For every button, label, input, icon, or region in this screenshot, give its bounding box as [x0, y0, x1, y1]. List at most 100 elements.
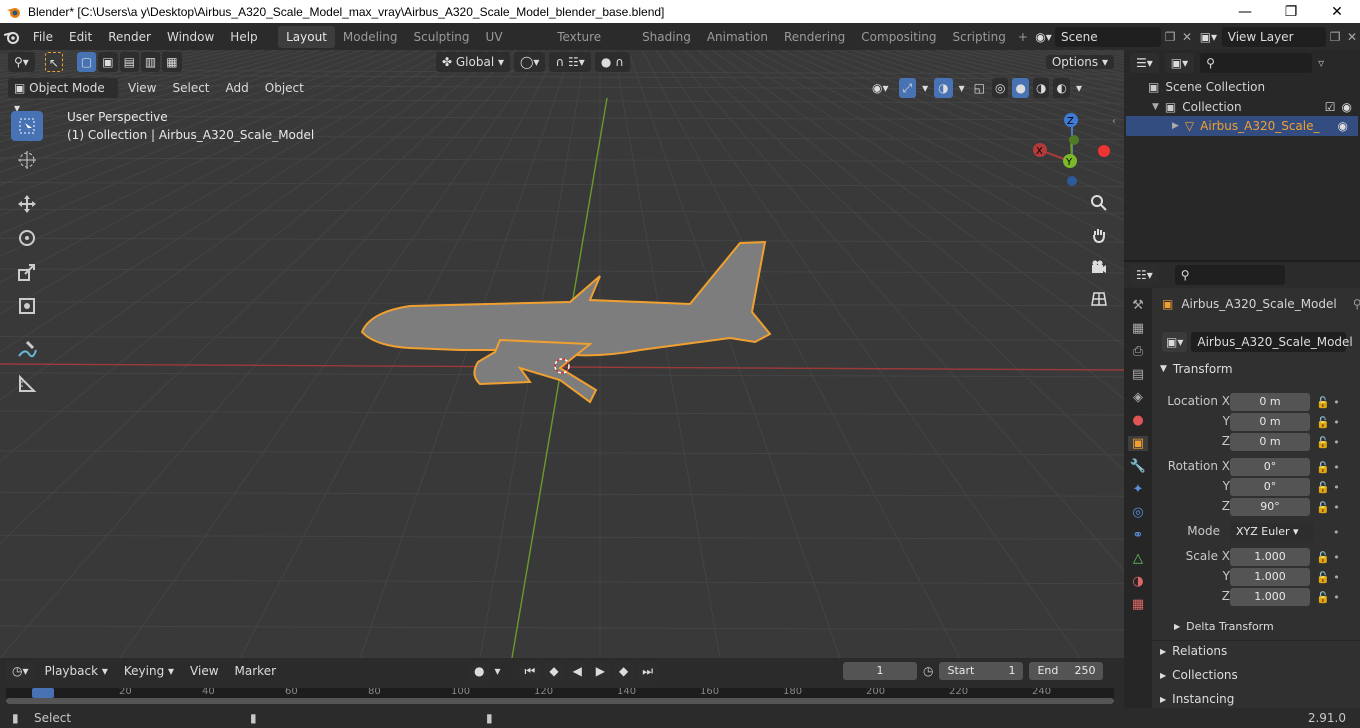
orientation-dropdown[interactable]: ✤ Global ▾: [436, 52, 510, 72]
scene-browse-icon[interactable]: ◉▾: [1032, 30, 1055, 44]
menu-view[interactable]: View: [122, 78, 162, 98]
lock-icon[interactable]: 🔓 •: [1316, 588, 1356, 608]
menu-render[interactable]: Render: [100, 30, 159, 44]
sidebar-toggle-icon[interactable]: ‹: [1112, 116, 1116, 127]
shading-dropdown[interactable]: ▾: [1074, 78, 1084, 98]
menu-window[interactable]: Window: [159, 30, 222, 44]
tab-scripting[interactable]: Scripting: [945, 26, 1014, 48]
lock-icon[interactable]: 🔓 •: [1316, 413, 1356, 433]
outliner-filter-icon[interactable]: ▿: [1318, 56, 1324, 70]
visibility-eye-icon[interactable]: ◉▾: [866, 78, 895, 98]
rotation-mode-dropdown[interactable]: XYZ Euler ▾: [1230, 523, 1314, 541]
copy-view-layer-icon[interactable]: ❐: [1326, 30, 1344, 44]
scene-collection-row[interactable]: ▣ Scene Collection: [1148, 80, 1265, 94]
options-dropdown[interactable]: Options ▾: [1045, 52, 1114, 72]
delta-transform-panel[interactable]: ▶ Delta Transform: [1174, 620, 1274, 633]
move-tool[interactable]: [11, 189, 43, 219]
lock-icon[interactable]: 🔓 •: [1316, 568, 1356, 588]
record-dropdown[interactable]: ▾: [492, 661, 502, 681]
lock-icon[interactable]: 🔓 •: [1316, 393, 1356, 413]
timeline-scrollbar[interactable]: [6, 698, 1114, 704]
play-reverse-button[interactable]: ◀: [566, 661, 588, 681]
lock-icon[interactable]: 🔓 •: [1316, 548, 1356, 568]
select-intersect-icon[interactable]: ▦: [162, 52, 182, 72]
tab-rendering[interactable]: Rendering: [776, 26, 853, 48]
physics-tab-icon[interactable]: ◎: [1132, 505, 1143, 520]
gizmo-toggle-icon[interactable]: ⤢: [898, 78, 917, 98]
menu-help[interactable]: Help: [222, 30, 265, 44]
tool-settings-tab-icon[interactable]: ⚒: [1132, 298, 1144, 313]
end-frame-field[interactable]: End 250: [1029, 662, 1104, 680]
transform-tool[interactable]: [11, 291, 43, 321]
perspective-grid-icon[interactable]: [1086, 286, 1112, 312]
prev-keyframe-button[interactable]: ◆: [543, 661, 565, 681]
tab-sculpting[interactable]: Sculpting: [406, 26, 478, 48]
record-button[interactable]: ●: [468, 661, 491, 681]
tab-texture-paint[interactable]: Texture Paint: [549, 26, 634, 66]
overlay-dropdown[interactable]: ▾: [957, 78, 967, 98]
camera-icon[interactable]: [1086, 254, 1112, 280]
pivot-dropdown[interactable]: ◯▾: [514, 52, 546, 72]
instancing-panel[interactable]: ▶ Instancing: [1160, 692, 1234, 706]
rotation-x-field[interactable]: 0°: [1230, 458, 1310, 476]
timeline-editor-type[interactable]: ◷▾: [6, 661, 35, 681]
select-box-tool[interactable]: [11, 111, 43, 141]
copy-scene-icon[interactable]: ❐: [1161, 30, 1179, 44]
select-subtract-icon[interactable]: ▤: [119, 52, 139, 72]
timeline-view-menu[interactable]: View: [184, 661, 224, 681]
world-tab-icon[interactable]: ●: [1132, 413, 1143, 428]
tab-animation[interactable]: Animation: [699, 26, 776, 48]
maximize-button[interactable]: ❐: [1268, 0, 1314, 23]
menu-object[interactable]: Object: [259, 78, 310, 98]
lock-icon[interactable]: 🔓 •: [1316, 458, 1356, 478]
particles-tab-icon[interactable]: ✦: [1133, 482, 1144, 497]
delete-scene-icon[interactable]: ✕: [1179, 30, 1195, 44]
scene-tab-icon[interactable]: ◈: [1133, 390, 1143, 405]
object-visibility-eye-icon[interactable]: ◉: [1338, 119, 1348, 133]
material-tab-icon[interactable]: ◑: [1132, 574, 1143, 589]
select-new-icon[interactable]: ▢: [76, 52, 97, 72]
lock-icon[interactable]: 🔓 •: [1316, 498, 1356, 518]
add-workspace-button[interactable]: +: [1014, 26, 1032, 48]
view-layer-field[interactable]: View Layer: [1221, 26, 1327, 47]
lock-icon[interactable]: 🔓 •: [1316, 478, 1356, 498]
play-button[interactable]: ▶: [589, 661, 612, 681]
tab-modeling[interactable]: Modeling: [335, 26, 406, 48]
blender-menu-icon[interactable]: [0, 30, 25, 44]
playhead[interactable]: [32, 688, 54, 698]
select-extend-icon[interactable]: ▣: [98, 52, 118, 72]
jump-end-button[interactable]: ⏭: [636, 661, 660, 681]
scale-tool[interactable]: [11, 257, 43, 287]
rotate-tool[interactable]: [11, 223, 43, 253]
object-browse-icon[interactable]: ▣▾: [1162, 332, 1188, 352]
data-tab-icon[interactable]: △: [1133, 551, 1143, 566]
select-invert-icon[interactable]: ▥: [140, 52, 161, 72]
mode-dropdown[interactable]: ▣ Object Mode ▾: [8, 78, 118, 115]
overlay-toggle-icon[interactable]: ◑: [934, 78, 953, 98]
tab-layout[interactable]: Layout: [278, 25, 335, 48]
snap-toggle[interactable]: ∩ ☷▾: [549, 52, 591, 72]
collection-row[interactable]: ▼ ▣ Collection ☑ ◉: [1152, 100, 1352, 114]
keyframe-dot-icon[interactable]: •: [1316, 523, 1356, 543]
texture-tab-icon[interactable]: ▦: [1132, 597, 1144, 612]
wireframe-shading-icon[interactable]: ◎: [992, 78, 1009, 98]
delete-view-layer-icon[interactable]: ✕: [1344, 30, 1360, 44]
start-frame-field[interactable]: Start 1: [939, 662, 1024, 680]
3d-viewport[interactable]: Z X Y ⚲▾ ↖ ▢ ▣ ▤ ▥ ▦ ✤ Global ▾ ◯▾ ∩ ☷▾ …: [0, 50, 1124, 658]
close-window-button[interactable]: ✕: [1314, 0, 1360, 23]
current-frame-field[interactable]: 1: [843, 662, 917, 680]
minimize-button[interactable]: —: [1222, 0, 1268, 23]
select-tool-icon[interactable]: ↖: [44, 52, 63, 72]
outliner-search-input[interactable]: ⚲: [1200, 53, 1313, 73]
timer-icon[interactable]: ◷: [923, 664, 933, 678]
menu-edit[interactable]: Edit: [61, 30, 100, 44]
cursor-tool[interactable]: [11, 145, 43, 175]
tab-uv-editing[interactable]: UV Editing: [478, 26, 550, 66]
object-tab-icon[interactable]: ▣: [1127, 436, 1149, 451]
next-keyframe-button[interactable]: ◆: [613, 661, 635, 681]
menu-select[interactable]: Select: [166, 78, 215, 98]
menu-file[interactable]: File: [25, 30, 61, 44]
pan-hand-icon[interactable]: [1086, 222, 1112, 248]
xray-toggle-icon[interactable]: ◱: [971, 78, 988, 98]
location-z-field[interactable]: 0 m: [1230, 433, 1310, 451]
